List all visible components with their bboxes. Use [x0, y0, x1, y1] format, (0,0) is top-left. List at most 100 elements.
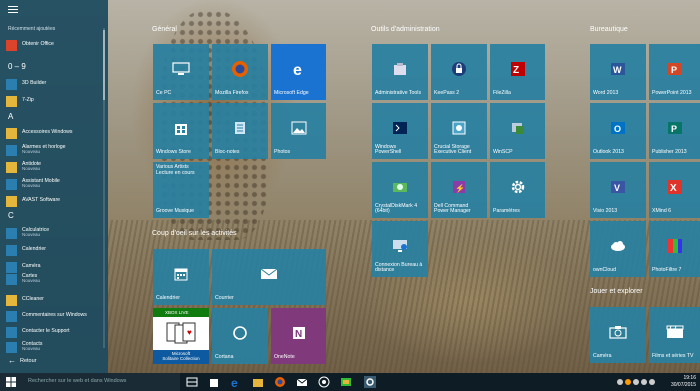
edge-taskbar-icon[interactable]: e: [230, 376, 242, 388]
tile-calendrier[interactable]: Calendrier: [153, 249, 209, 305]
tile-visio[interactable]: V Visio 2013: [590, 162, 646, 218]
app-list-item[interactable]: Calculatrice Nouveau: [6, 225, 102, 241]
app-label: Caméra: [22, 263, 41, 270]
app-icon: [6, 244, 17, 256]
app-list-item[interactable]: Accessoires Windows: [6, 125, 102, 141]
remote-desktop-icon: [393, 239, 407, 252]
app-new-badge: Nouveau: [22, 183, 41, 189]
tile-outlook[interactable]: O Outlook 2013: [590, 103, 646, 159]
tile-label: Visio 2013: [593, 208, 618, 215]
letter-header[interactable]: C: [8, 211, 14, 220]
app-label: CCleaner: [22, 296, 44, 303]
windows-logo-icon[interactable]: [6, 377, 16, 387]
firefox-taskbar-icon[interactable]: [274, 376, 286, 388]
app-icon: [6, 227, 17, 239]
tile-photofiltre[interactable]: PhotoFiltre 7: [649, 221, 700, 277]
app-label: 7-Zip: [22, 97, 34, 104]
word-icon: W: [611, 62, 625, 75]
app-list-item[interactable]: AVAST Software: [6, 193, 102, 209]
photofiltre-icon: [667, 238, 682, 253]
tile-powershell[interactable]: Windows PowerShell: [372, 103, 428, 159]
tile-camera[interactable]: Caméra: [590, 307, 646, 363]
tile-publisher[interactable]: P Publisher 2013: [649, 103, 700, 159]
edge-icon: e: [293, 62, 302, 77]
app-list-item[interactable]: Alarmes et horloge Nouveau: [6, 142, 102, 158]
tile-solitaire[interactable]: XBOX LIVE ♥ Microsoft Solitaire Collecti…: [153, 308, 209, 364]
photos-taskbar-icon[interactable]: [340, 376, 352, 388]
tile-groove[interactable]: Various Artists Lecture en cours Groove …: [153, 162, 209, 218]
app-label: 3D Builder: [22, 80, 47, 87]
app-list-item[interactable]: CCleaner: [6, 292, 102, 308]
tile-firefox[interactable]: Mozilla Firefox: [212, 44, 268, 100]
search-input[interactable]: Rechercher sur le web et dans Windows: [0, 373, 180, 391]
svg-text:N: N: [295, 329, 302, 340]
app-list-item[interactable]: 3D Builder: [6, 76, 102, 92]
tile-connexion-bureau[interactable]: Connexion Bureau à distance: [372, 221, 428, 277]
app-list-item[interactable]: Cartes Nouveau: [6, 271, 102, 287]
system-tray-icons[interactable]: [616, 377, 656, 387]
back-button[interactable]: ← Retour: [8, 356, 37, 365]
tile-onenote[interactable]: N OneNote: [271, 308, 326, 364]
app-list-item[interactable]: Antidote Nouveau: [6, 159, 102, 175]
tile-label: Microsoft Edge: [274, 90, 309, 97]
tile-parametres[interactable]: Paramètres: [490, 162, 545, 218]
tile-label: Administrative Tools: [375, 90, 422, 97]
tile-dell[interactable]: ⚡ Dell Command Power Manager: [431, 162, 487, 218]
group-title-jouer[interactable]: Jouer et explorer: [590, 288, 643, 295]
tile-cortana[interactable]: Cortana: [212, 308, 268, 364]
settings-taskbar-icon[interactable]: [364, 376, 376, 388]
svg-text:♥: ♥: [187, 328, 192, 337]
explorer-taskbar-icon[interactable]: [252, 376, 264, 388]
tile-xmind[interactable]: X XMind 6: [649, 162, 700, 218]
tile-word[interactable]: W Word 2013: [590, 44, 646, 100]
group-title-outils[interactable]: Outils d'administration: [371, 26, 440, 33]
app-list-item[interactable]: Obtenir Office: [6, 37, 102, 53]
letter-header[interactable]: 0 – 9: [8, 62, 26, 71]
tile-label: Bloc-notes: [215, 149, 240, 156]
tile-winscp[interactable]: WinSCP: [490, 103, 545, 159]
tile-label: Windows PowerShell: [375, 143, 402, 156]
task-view-icon[interactable]: [186, 376, 198, 388]
tile-photos[interactable]: Photos: [271, 103, 326, 159]
tile-label: PhotoFiltre 7: [652, 267, 682, 274]
app-icon: [6, 326, 17, 338]
tile-label: Courrier: [215, 295, 234, 302]
app-list-item[interactable]: Contacter le Support: [6, 324, 102, 340]
tile-store[interactable]: Windows Store: [153, 103, 209, 159]
tile-powerpoint[interactable]: P PowerPoint 2013: [649, 44, 700, 100]
app-list-scroll-thumb[interactable]: [103, 30, 105, 100]
store-taskbar-icon[interactable]: [208, 376, 220, 388]
app-list-item[interactable]: 7-Zip: [6, 93, 102, 109]
tile-crucial[interactable]: Crucial Storage Executive Client: [431, 103, 487, 159]
tile-crystaldisk[interactable]: CrystalDiskMark 4 (64bit): [372, 162, 428, 218]
tile-label: Paramètres: [493, 208, 520, 215]
group-title-coup-oeil[interactable]: Coup d'oeil sur les activités: [152, 230, 237, 237]
tile-label: Caméra: [593, 353, 612, 360]
tile-label: PowerPoint 2013: [652, 90, 692, 97]
tile-label: KeePass 2: [434, 90, 460, 97]
tile-blocnotes[interactable]: Bloc-notes: [212, 103, 268, 159]
app-list-item[interactable]: Assistant Mobile Nouveau: [6, 176, 102, 192]
tile-admin-tools[interactable]: Administrative Tools: [372, 44, 428, 100]
hamburger-menu-icon[interactable]: [8, 6, 18, 15]
mail-taskbar-icon[interactable]: [296, 376, 308, 388]
tile-label: Films et séries TV: [652, 353, 694, 360]
powerpoint-icon: P: [667, 62, 682, 75]
media-player-taskbar-icon[interactable]: [318, 376, 330, 388]
group-title-bureautique[interactable]: Bureautique: [590, 26, 628, 33]
tile-filezilla[interactable]: Z FileZilla: [490, 44, 545, 100]
svg-text:e: e: [293, 62, 302, 77]
tile-edge[interactable]: e Microsoft Edge: [271, 44, 326, 100]
app-list-item[interactable]: Calendrier: [6, 242, 102, 258]
group-title-general[interactable]: Général: [152, 26, 177, 33]
app-list-item[interactable]: Commentaires sur Windows: [6, 308, 102, 324]
system-clock[interactable]: 19:16 30/07/2015: [671, 375, 696, 388]
tile-owncloud[interactable]: ownCloud: [590, 221, 646, 277]
tile-keepass[interactable]: KeePass 2: [431, 44, 487, 100]
app-list-item[interactable]: Contacts Nouveau: [6, 339, 102, 355]
app-icon: [6, 78, 17, 90]
letter-header[interactable]: A: [8, 112, 13, 121]
tile-courrier[interactable]: Courrier: [212, 249, 326, 305]
tile-films[interactable]: Films et séries TV: [649, 307, 700, 363]
tile-ce-pc[interactable]: Ce PC: [153, 44, 209, 100]
